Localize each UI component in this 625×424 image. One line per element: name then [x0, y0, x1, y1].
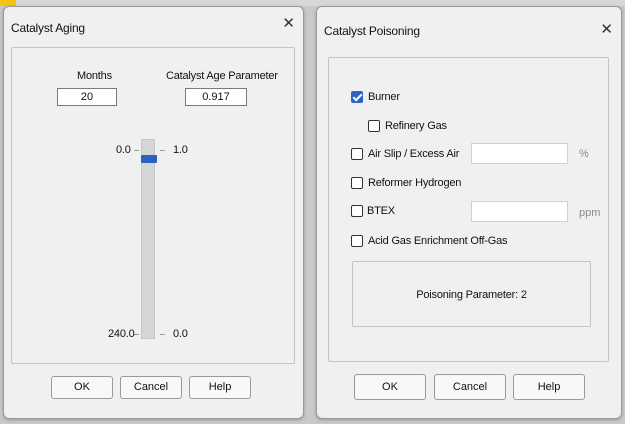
months-input[interactable]: 20 — [57, 88, 117, 106]
burner-checkbox[interactable] — [351, 91, 363, 103]
slider-tick-top-left — [134, 150, 139, 151]
catalyst-poisoning-dialog: Catalyst Poisoning ✕ Burner Refinery Gas… — [316, 6, 622, 419]
aging-title: Catalyst Aging — [11, 21, 85, 35]
refinery-gas-checkbox[interactable] — [368, 120, 380, 132]
catalyst-age-parameter-input[interactable]: 0.917 — [185, 88, 247, 106]
slider-top-right-label: 1.0 — [173, 144, 188, 156]
slider-top-left-label: 0.0 — [116, 144, 131, 156]
air-slip-label: Air Slip / Excess Air — [368, 148, 460, 160]
catalyst-age-slider-thumb[interactable] — [141, 154, 157, 163]
acid-gas-label: Acid Gas Enrichment Off-Gas — [368, 235, 508, 247]
poisoning-ok-button[interactable]: OK — [354, 374, 426, 400]
catalyst-age-slider-track[interactable] — [141, 139, 155, 339]
poisoning-parameter-text: Poisoning Parameter: 2 — [416, 289, 527, 301]
refinery-gas-label: Refinery Gas — [385, 120, 447, 132]
catalyst-aging-dialog: Catalyst Aging ✕ Months 20 Catalyst Age … — [3, 6, 304, 419]
reformer-hydrogen-checkbox[interactable] — [351, 177, 363, 189]
slider-bottom-left-label: 240.0 — [108, 328, 135, 340]
close-icon[interactable]: ✕ — [282, 16, 295, 31]
aging-help-button[interactable]: Help — [189, 376, 251, 399]
btex-label: BTEX — [367, 205, 395, 217]
burner-label: Burner — [368, 91, 400, 103]
slider-bottom-right-label: 0.0 — [173, 328, 188, 340]
aging-ok-button[interactable]: OK — [51, 376, 113, 399]
close-icon[interactable]: ✕ — [600, 22, 613, 37]
air-slip-input[interactable] — [471, 143, 568, 164]
btex-input[interactable] — [471, 201, 568, 222]
poisoning-title: Catalyst Poisoning — [324, 24, 420, 38]
acid-gas-checkbox[interactable] — [351, 235, 363, 247]
aging-cancel-button[interactable]: Cancel — [120, 376, 182, 399]
poisoning-titlebar: Catalyst Poisoning ✕ — [317, 7, 621, 43]
air-slip-unit: % — [579, 148, 589, 160]
poisoning-cancel-button[interactable]: Cancel — [434, 374, 506, 400]
air-slip-checkbox[interactable] — [351, 148, 363, 160]
slider-tick-bottom-right — [160, 334, 165, 335]
btex-unit: ppm — [579, 207, 601, 219]
reformer-hydrogen-label: Reformer Hydrogen — [368, 177, 462, 189]
btex-checkbox[interactable] — [351, 205, 363, 217]
catalyst-age-parameter-label: Catalyst Age Parameter — [166, 70, 278, 82]
slider-tick-top-right — [160, 150, 165, 151]
aging-titlebar: Catalyst Aging ✕ — [4, 7, 303, 43]
months-label: Months — [77, 70, 112, 82]
poisoning-parameter-box: Poisoning Parameter: 2 — [352, 261, 591, 327]
poisoning-help-button[interactable]: Help — [513, 374, 585, 400]
